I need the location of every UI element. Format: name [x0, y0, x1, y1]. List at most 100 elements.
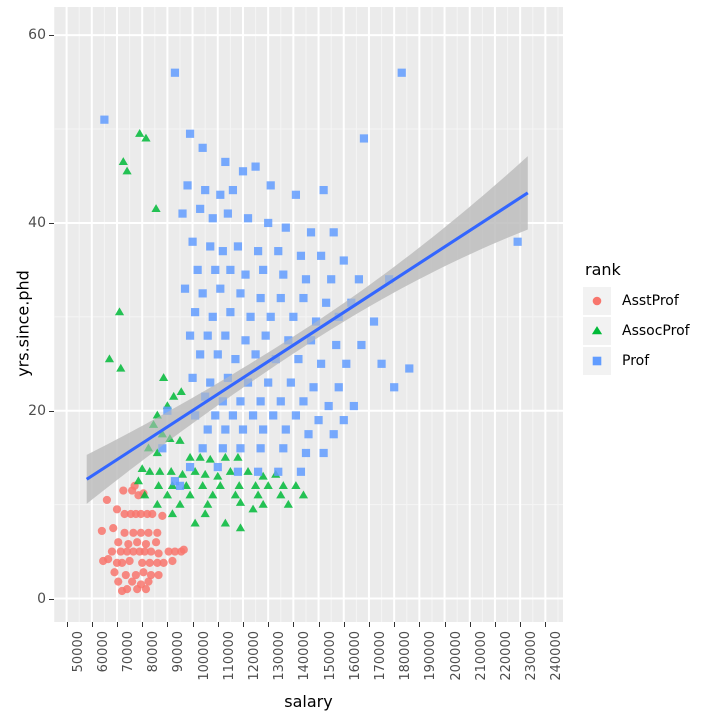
data-point [152, 499, 162, 508]
data-point [120, 528, 129, 537]
data-point [281, 425, 290, 434]
data-point [191, 308, 200, 317]
data-point [306, 228, 316, 237]
data-point [162, 490, 172, 499]
x-tick-label: 170000 [372, 631, 388, 681]
data-point [228, 411, 238, 420]
data-point [236, 289, 245, 298]
x-tick-label: 90000 [171, 631, 187, 673]
data-point [206, 378, 215, 387]
data-point [264, 218, 273, 228]
data-point [175, 499, 185, 508]
data-point [200, 469, 210, 478]
x-tick-mark [268, 622, 270, 627]
data-point [124, 539, 133, 549]
data-point [248, 411, 258, 420]
data-point [236, 444, 245, 453]
data-point [281, 223, 290, 232]
y-tick-mark [49, 598, 54, 600]
gridlines-minor [54, 7, 563, 622]
data-point [183, 181, 192, 190]
x-tick-label: 130000 [272, 631, 288, 681]
data-point [259, 265, 268, 275]
data-point [299, 397, 308, 406]
data-point [279, 270, 288, 279]
marker-glyph [592, 296, 602, 306]
data-point [109, 524, 118, 533]
x-tick-label: 70000 [120, 631, 136, 673]
data-point [231, 354, 240, 364]
data-point [291, 190, 301, 199]
data-point [248, 504, 258, 513]
data-point [114, 538, 123, 547]
x-tick-label: 50000 [70, 631, 86, 673]
data-point [276, 293, 285, 303]
data-point [253, 490, 263, 499]
legend: rank AsstProf AssocProf Prof [583, 262, 713, 377]
x-tick-mark [242, 622, 244, 627]
data-point [233, 467, 243, 476]
data-point [119, 486, 128, 495]
data-point [334, 383, 343, 392]
legend-item-assocprof[interactable]: AssocProf [583, 317, 713, 345]
x-tick-mark [469, 622, 471, 627]
data-point [299, 293, 308, 303]
data-point [256, 444, 265, 453]
legend-item-asstprof[interactable]: AsstProf [583, 287, 713, 315]
data-point [329, 228, 338, 237]
data-point [226, 265, 235, 275]
data-point [198, 289, 207, 298]
data-point [206, 242, 215, 251]
data-point [256, 293, 265, 303]
data-point [180, 284, 190, 293]
data-point [256, 397, 265, 406]
data-point [158, 511, 167, 521]
x-tick-label: 120000 [246, 631, 262, 681]
legend-item-prof[interactable]: Prof [583, 347, 713, 375]
y-tick-mark [49, 35, 54, 37]
data-point [168, 556, 177, 566]
data-point [176, 387, 186, 396]
data-point [329, 430, 338, 439]
x-tick-mark [66, 622, 68, 627]
data-point [198, 481, 208, 489]
data-point [102, 495, 112, 505]
x-tick-mark [494, 622, 496, 627]
x-tick-label: 140000 [297, 631, 313, 681]
data-point [208, 490, 218, 499]
data-point [261, 331, 270, 340]
x-tick-mark [192, 622, 194, 627]
data-point [151, 538, 161, 547]
data-point [223, 209, 232, 218]
data-point [243, 467, 253, 475]
data-point [332, 340, 341, 350]
x-tick-mark [293, 622, 295, 627]
data-point [153, 528, 162, 537]
x-tick-mark [116, 622, 118, 627]
data-point [296, 467, 306, 476]
data-point [357, 340, 366, 350]
data-point [139, 568, 148, 577]
data-point [304, 430, 313, 439]
data-point [266, 181, 275, 190]
y-tick-mark [49, 222, 54, 224]
data-point [250, 481, 261, 489]
x-tick-label: 210000 [473, 631, 489, 681]
data-point [216, 190, 225, 199]
x-tick-label: 240000 [549, 631, 565, 681]
data-point [233, 242, 243, 251]
data-point [211, 411, 220, 420]
data-point [342, 359, 351, 368]
data-point [213, 462, 222, 472]
legend-key [583, 317, 611, 345]
data-point [254, 467, 263, 476]
data-point [208, 312, 217, 321]
data-point [195, 452, 205, 461]
data-point [390, 383, 399, 392]
marker-glyph [591, 326, 603, 335]
data-point [136, 528, 146, 537]
data-point [185, 129, 195, 138]
legend-key [583, 287, 611, 315]
x-tick-label: 60000 [95, 631, 111, 673]
data-point [220, 518, 230, 527]
